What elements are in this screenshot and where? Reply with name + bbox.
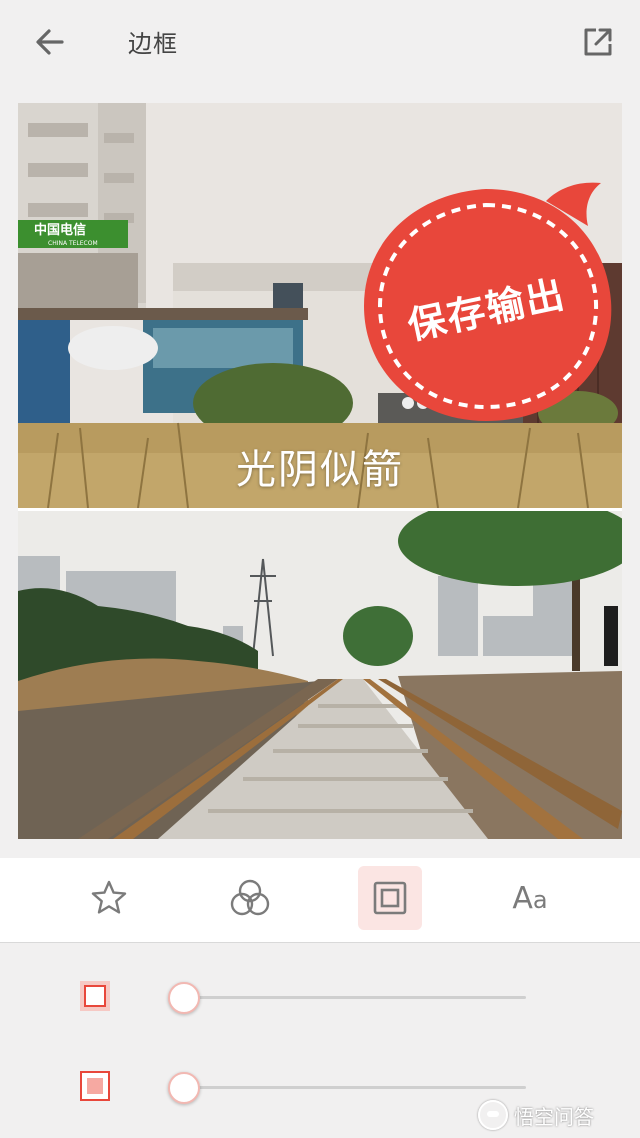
tool-text[interactable]: Aa bbox=[498, 866, 562, 930]
sign-text: 中国电信 bbox=[34, 222, 86, 238]
star-icon bbox=[91, 880, 127, 914]
border-fill-icon bbox=[80, 1071, 110, 1101]
tool-filter[interactable] bbox=[218, 866, 282, 930]
share-export-icon[interactable] bbox=[578, 22, 618, 62]
top-bar: 边框 bbox=[0, 0, 640, 86]
watermark-text: 悟空问答 bbox=[514, 1104, 594, 1129]
border-width-slider[interactable] bbox=[168, 982, 526, 1014]
slider-knob[interactable] bbox=[168, 982, 200, 1014]
border-radius-slider[interactable] bbox=[168, 1072, 526, 1104]
collage-canvas: 中国电信 CHINA TELECOM 光阴似箭 保存输出 bbox=[18, 103, 622, 839]
tool-frame[interactable] bbox=[358, 866, 422, 930]
watermark: 悟空问答 bbox=[478, 1100, 594, 1130]
photo-bottom[interactable] bbox=[18, 511, 622, 839]
text-icon: Aa bbox=[512, 880, 548, 916]
sign-subtext: CHINA TELECOM bbox=[48, 240, 98, 247]
edit-toolbar: Aa bbox=[0, 858, 640, 943]
slider-row-outline bbox=[0, 967, 640, 1027]
page-title: 边框 bbox=[128, 30, 178, 58]
photo-caption[interactable]: 光阴似箭 bbox=[18, 437, 622, 495]
filter-circles-icon bbox=[230, 879, 270, 916]
save-output-badge[interactable]: 保存输出 bbox=[356, 181, 626, 441]
border-outline-icon bbox=[80, 981, 110, 1011]
tool-sticker[interactable] bbox=[77, 866, 141, 930]
slider-knob[interactable] bbox=[168, 1072, 200, 1104]
frame-icon bbox=[373, 881, 407, 915]
photo-bottom-image bbox=[18, 511, 622, 839]
wukong-logo-icon bbox=[478, 1100, 508, 1130]
back-arrow-icon[interactable] bbox=[30, 22, 70, 62]
